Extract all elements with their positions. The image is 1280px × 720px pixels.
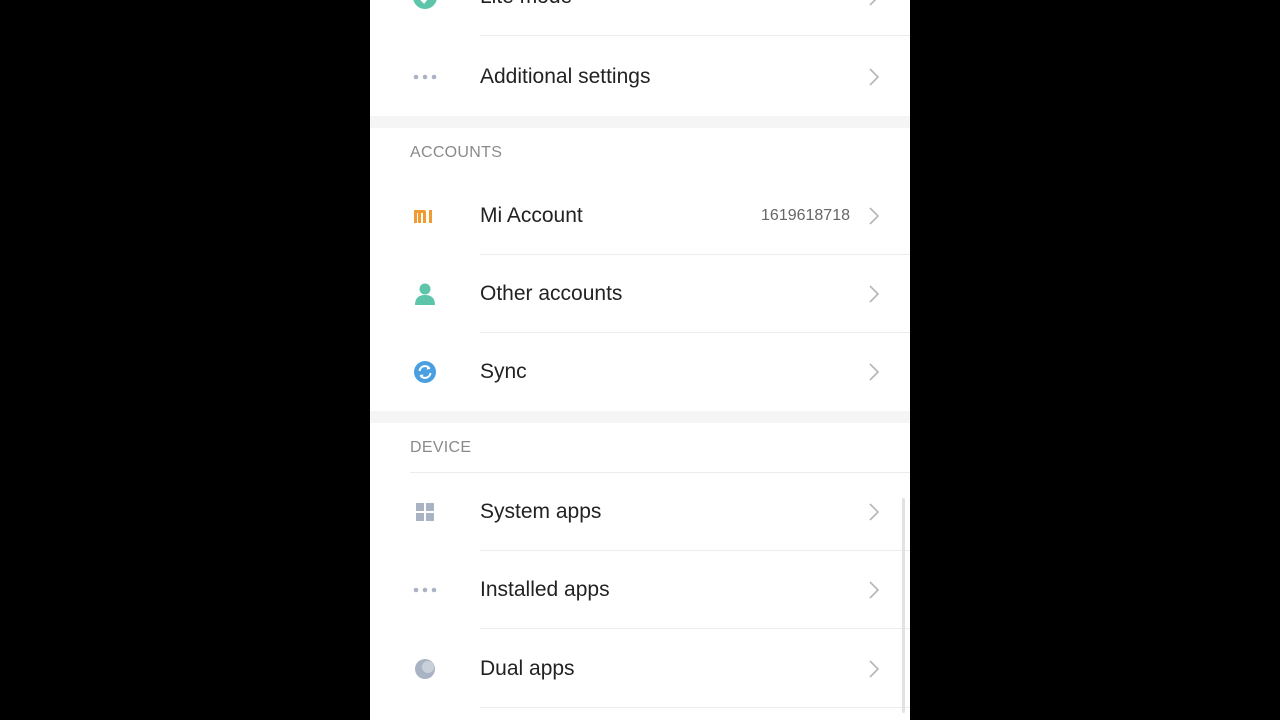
chevron-right-icon [869, 285, 880, 303]
person-icon [410, 279, 440, 309]
lite-mode-label: Lite mode [480, 0, 572, 9]
dual-apps-label: Dual apps [480, 657, 575, 680]
system-apps-row[interactable]: System apps [370, 473, 910, 551]
lite-mode-icon [410, 0, 440, 12]
grid-icon [410, 497, 440, 527]
divider [480, 35, 910, 36]
system-apps-label: System apps [480, 500, 602, 523]
divider [480, 628, 910, 629]
chevron-right-icon [869, 0, 877, 6]
other-accounts-label: Other accounts [480, 282, 623, 305]
section-gap [370, 116, 910, 128]
device-section-header: DEVICE [370, 423, 910, 473]
mi-logo-icon [410, 201, 440, 231]
chevron-right-icon [869, 503, 880, 521]
installed-apps-label: Installed apps [480, 578, 610, 601]
settings-panel: Lite mode Additional settings ACCOUNTS M… [370, 0, 910, 720]
scrollbar[interactable] [902, 498, 905, 713]
divider [480, 707, 910, 708]
mi-account-row[interactable]: Mi Account 1619618718 [370, 177, 910, 255]
lite-mode-row[interactable]: Lite mode [370, 0, 910, 36]
chevron-right-icon [869, 660, 880, 678]
sync-row[interactable]: Sync [370, 333, 910, 411]
device-header-label: DEVICE [410, 439, 472, 456]
additional-settings-row[interactable]: Additional settings [370, 38, 910, 116]
chevron-right-icon [869, 68, 880, 86]
chevron-right-icon [869, 363, 880, 381]
dual-apps-icon [410, 654, 440, 684]
installed-apps-row[interactable]: Installed apps [370, 551, 910, 629]
sync-label: Sync [480, 360, 527, 383]
dual-apps-row[interactable]: Dual apps [370, 630, 910, 708]
additional-settings-label: Additional settings [480, 65, 651, 88]
more-dots-icon [410, 62, 440, 92]
accounts-header-label: ACCOUNTS [410, 144, 503, 161]
sync-icon [410, 357, 440, 387]
mi-account-label: Mi Account [480, 204, 583, 227]
section-gap [370, 411, 910, 423]
other-accounts-row[interactable]: Other accounts [370, 255, 910, 333]
more-dots-icon [410, 575, 440, 605]
accounts-section-header: ACCOUNTS [370, 128, 910, 178]
mi-account-id: 1619618718 [761, 207, 850, 224]
chevron-right-icon [869, 581, 880, 599]
chevron-right-icon [869, 207, 880, 225]
